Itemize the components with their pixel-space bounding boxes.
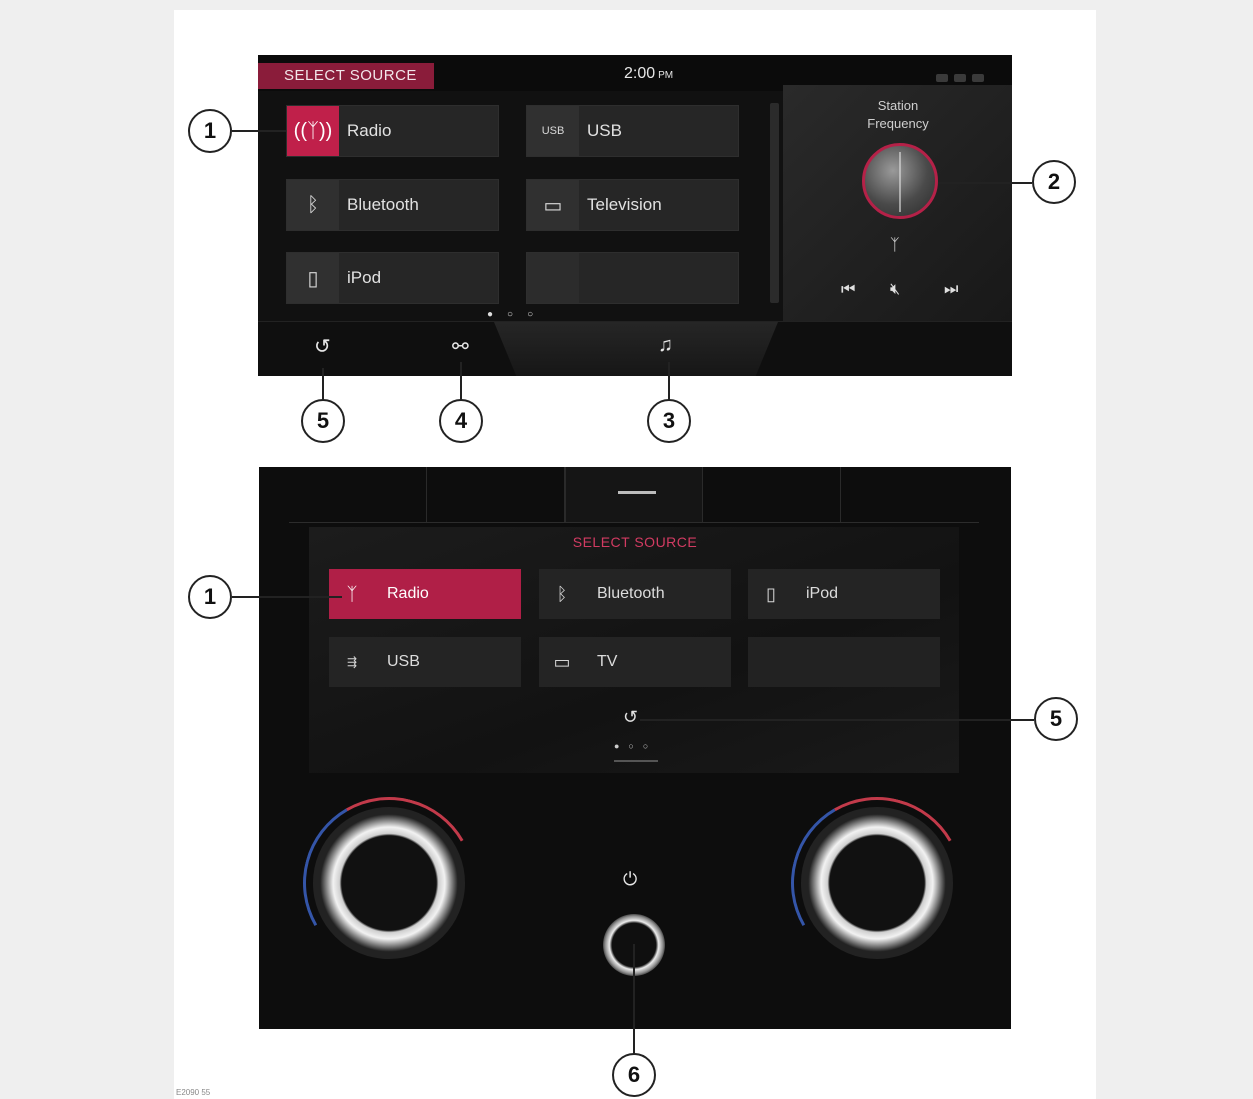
leader-line (668, 362, 670, 400)
source-tile-empty (748, 637, 940, 687)
tab-settings[interactable] (841, 467, 979, 523)
station-frequency-label: Station Frequency (867, 98, 929, 131)
source-tile-usb[interactable]: ⇶ USB (329, 637, 521, 687)
link-icon[interactable]: ⚯ (452, 334, 469, 359)
callout-5: 5 (1034, 697, 1078, 741)
callout-1: 1 (188, 575, 232, 619)
right-climate-knob[interactable] (771, 777, 983, 989)
leader-line (322, 368, 324, 400)
page-indicator-bar (614, 760, 658, 762)
callout-6: 6 (612, 1053, 656, 1097)
clock-ampm: PM (658, 70, 674, 81)
leader-line (938, 182, 1032, 184)
radio-antenna-icon: ᛉ (346, 583, 358, 604)
source-tile-ipod[interactable]: ▯ iPod (748, 569, 940, 619)
back-icon[interactable]: ↺ (314, 334, 331, 359)
next-track-icon[interactable]: ⏭ (944, 281, 958, 299)
callout-4: 4 (439, 399, 483, 443)
source-tile-ipod[interactable]: ▯ iPod (286, 252, 499, 304)
clock-time: 2:00 (624, 65, 656, 82)
radio-antenna-icon[interactable]: ᛉ (890, 237, 900, 255)
tab-seats[interactable] (289, 467, 427, 523)
source-label: iPod (806, 585, 839, 602)
phone-icon (954, 74, 966, 82)
source-label: USB (387, 653, 420, 670)
source-label: iPod (347, 268, 382, 287)
bottom-bar: ↺ ⚯ ♫ (258, 321, 1012, 376)
tab-strip (289, 467, 979, 523)
source-tile-bluetooth[interactable]: ᛒ Bluetooth (286, 179, 499, 231)
source-label: Radio (387, 585, 429, 602)
clock: 2:00 PM (624, 65, 673, 83)
bottom-bar-notch (494, 322, 778, 376)
television-icon: ▭ (553, 651, 571, 672)
leader-line (460, 362, 462, 400)
callout-3: 3 (647, 399, 691, 443)
scrollbar[interactable] (770, 103, 779, 303)
tab-divider (289, 522, 979, 523)
bluetooth-icon: ᛒ (556, 583, 568, 604)
ipod-icon: ▯ (287, 253, 339, 303)
source-label: TV (597, 653, 618, 670)
source-label: USB (587, 121, 622, 140)
leader-line (232, 596, 342, 598)
power-icon: ⏻ (623, 869, 638, 889)
source-label: Radio (347, 121, 392, 140)
callout-1: 1 (188, 109, 232, 153)
tab-vehicle[interactable] (703, 467, 841, 523)
ipod-icon: ▯ (766, 583, 776, 604)
back-icon[interactable]: ↺ (623, 707, 638, 728)
page-title: SELECT SOURCE (572, 534, 698, 550)
source-tile-radio[interactable]: ᛉ Radio (329, 569, 521, 619)
usb-icon: USB (527, 106, 579, 156)
empty-slot (527, 253, 579, 303)
source-tile-tv[interactable]: ▭ TV (539, 637, 731, 687)
leader-line (633, 944, 635, 1056)
source-tile-bluetooth[interactable]: ᛒ Bluetooth (539, 569, 731, 619)
tab-climate[interactable] (427, 467, 565, 523)
media-icon[interactable]: ♫ (658, 334, 673, 357)
source-tile-usb[interactable]: USB USB (526, 105, 739, 157)
callout-2: 2 (1032, 160, 1076, 204)
leader-line (640, 719, 1034, 721)
usb-icon-text: USB (541, 125, 565, 137)
usb-icon: ⇶ (346, 655, 358, 669)
bluetooth-icon: ᛒ (287, 180, 339, 230)
source-label: Television (587, 195, 662, 214)
upper-touchscreen: SELECT SOURCE 2:00 PM ((ᛉ)) Radio USB USB… (258, 55, 1012, 376)
left-climate-knob[interactable] (283, 777, 495, 989)
tab-media[interactable] (565, 467, 703, 523)
station-frequency-dial[interactable] (862, 143, 938, 219)
source-tile-television[interactable]: ▭ Television (526, 179, 739, 231)
page-indicator: ●○○ (487, 309, 548, 320)
lower-touch-panel: SELECT SOURCE ᛉ Radio ᛒ Bluetooth ▯ iPod… (259, 467, 1011, 1029)
radio-antenna-icon: ((ᛉ)) (287, 106, 339, 156)
leader-line (232, 130, 286, 132)
source-tile-radio[interactable]: ((ᛉ)) Radio (286, 105, 499, 157)
page-title: SELECT SOURCE (258, 63, 434, 89)
figure-code: E2090 55 (176, 1088, 211, 1097)
callout-5: 5 (301, 399, 345, 443)
page-indicator: ●○○ (614, 741, 658, 751)
signal-icon (936, 74, 948, 82)
source-label: Bluetooth (597, 585, 665, 602)
status-icons (930, 69, 994, 82)
source-tile-empty (526, 252, 739, 304)
source-label: Bluetooth (347, 195, 419, 214)
previous-track-icon[interactable]: ⏮ (841, 281, 855, 299)
wifi-icon (972, 74, 984, 82)
mute-icon[interactable]: 🔇︎ (890, 281, 900, 299)
television-icon: ▭ (527, 180, 579, 230)
